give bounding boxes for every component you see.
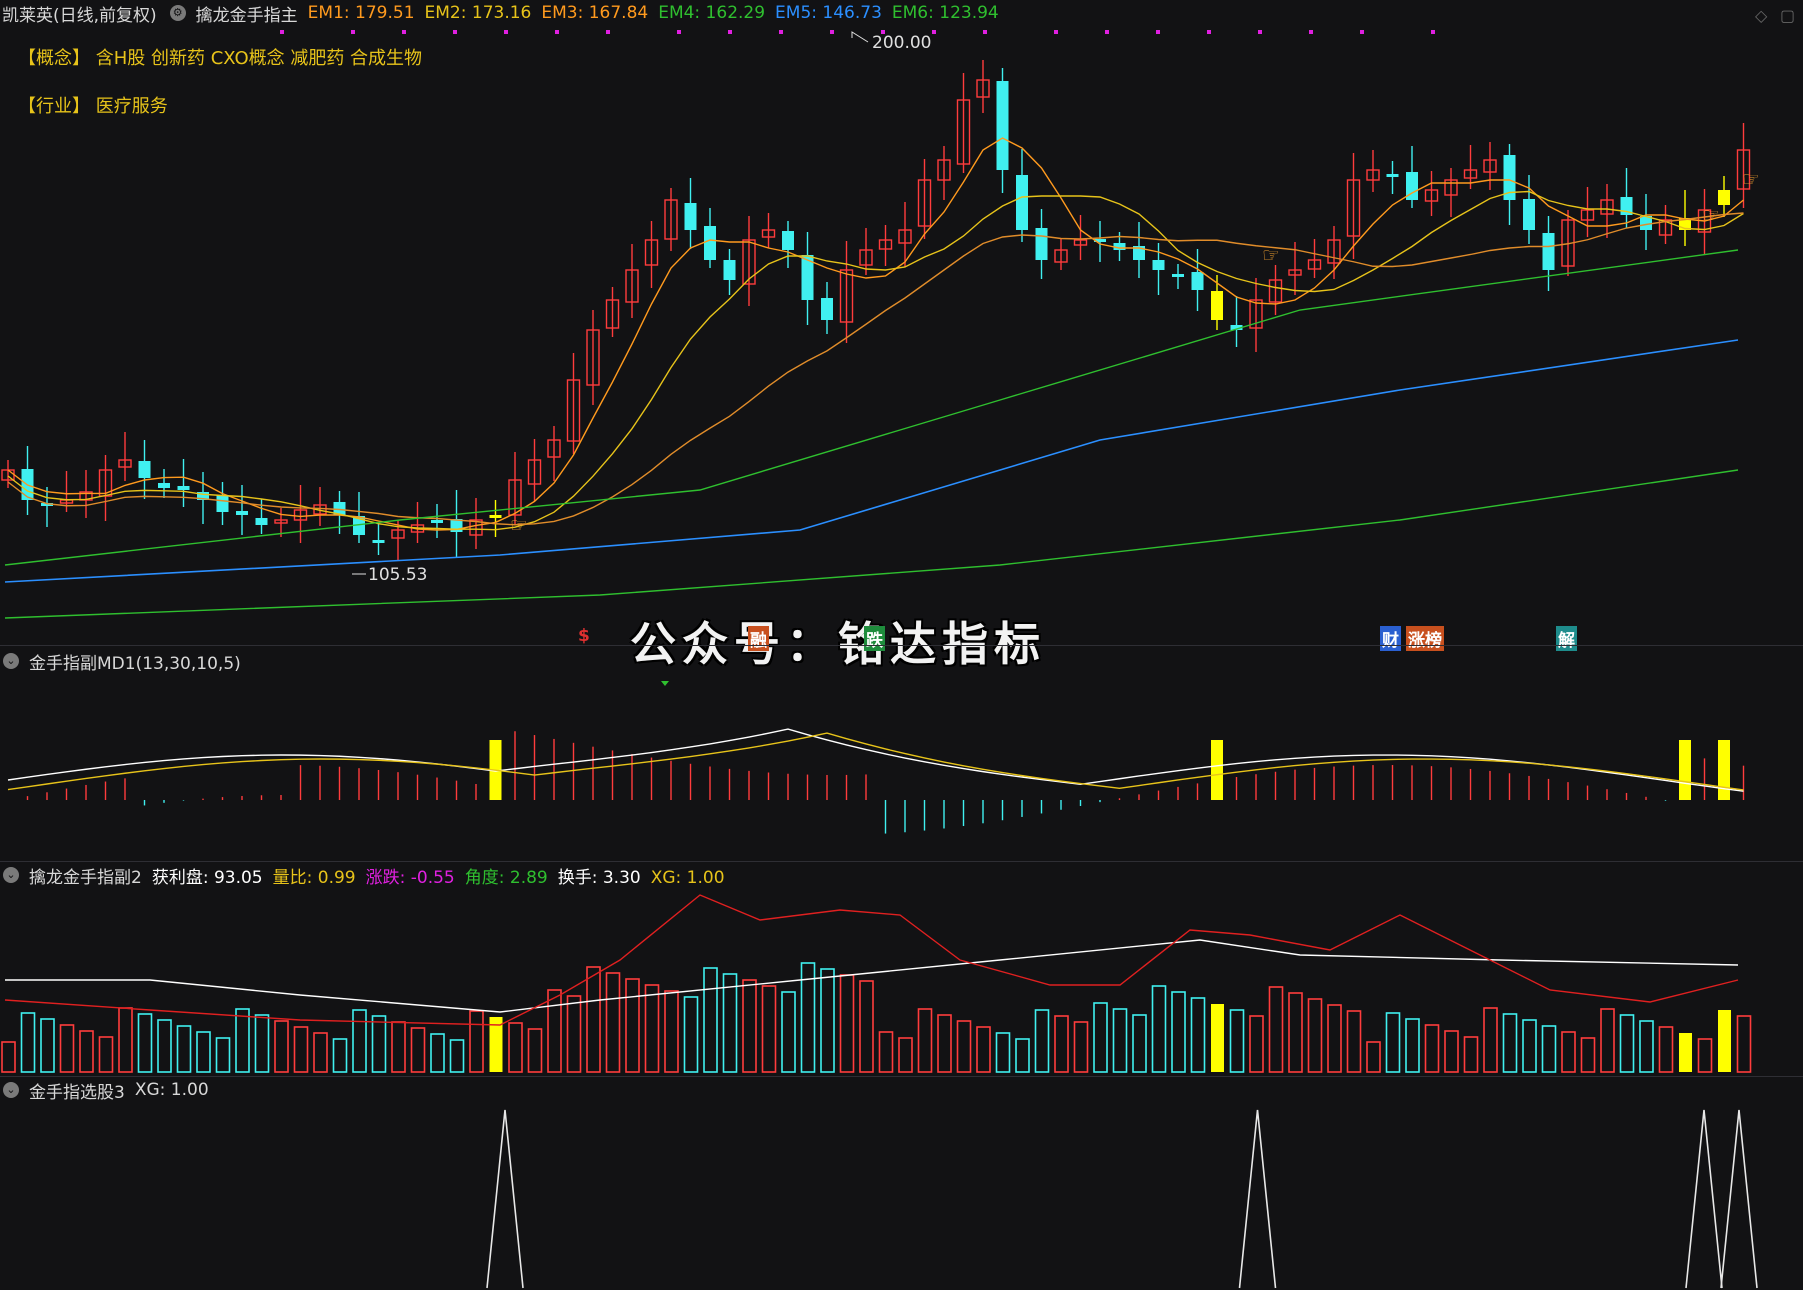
candle-body	[1172, 274, 1184, 277]
signal-dot	[881, 30, 885, 34]
candle-body	[216, 495, 229, 512]
candle-body	[704, 226, 716, 260]
signal-dot	[1431, 30, 1435, 34]
candle-body	[1211, 291, 1223, 320]
signal-dot	[1105, 30, 1109, 34]
signal-dot	[453, 30, 457, 34]
collapse-icon[interactable]: ⌄	[3, 653, 19, 669]
signal-dot	[1054, 30, 1058, 34]
candle-body	[1191, 272, 1204, 290]
candle-body	[177, 486, 190, 490]
candle-body	[1035, 228, 1048, 260]
ma-line	[7, 212, 1744, 526]
candle-body	[684, 203, 697, 230]
sub-panel-md1[interactable]: ⌄ 金手指副MD1(13,30,10,5)	[0, 648, 1803, 858]
candle-body	[138, 461, 151, 478]
hand-icon: ☞	[1702, 203, 1720, 227]
candle-body	[236, 511, 248, 515]
ma-line	[7, 137, 1744, 531]
candle-body	[158, 483, 170, 488]
sub1-header: ⌄ 金手指副MD1(13,30,10,5)	[0, 648, 251, 674]
candle-body	[372, 540, 385, 543]
low-price-label: 105.53	[368, 565, 427, 585]
sub2-title: 擒龙金手指副2	[29, 867, 142, 888]
candle-body	[1152, 260, 1165, 270]
signal-dot	[728, 30, 732, 34]
high-pointer	[851, 31, 869, 43]
sub-panel-3[interactable]: ⌄ 金手指选股3 XG: 1.00	[0, 1077, 1803, 1287]
candle-body	[1016, 175, 1028, 230]
signal-dot	[932, 30, 936, 34]
sub3-title: 金手指选股3	[29, 1082, 125, 1103]
signal-dot	[983, 30, 987, 34]
sub2-field: 角度: 2.89	[464, 867, 548, 888]
candle-body	[1386, 174, 1399, 177]
hand-icon: ☞	[1742, 167, 1760, 191]
candle-body	[1523, 199, 1535, 230]
candle-body	[782, 231, 794, 250]
ma-line	[4, 249, 1739, 566]
candle-body	[723, 260, 736, 280]
signal-dot	[1258, 30, 1262, 34]
sub2-fields: 获利盘: 93.05 量比: 0.99 涨跌: -0.55 角度: 2.89 换手: 3…	[152, 863, 735, 888]
divider	[0, 645, 1803, 646]
ma-line	[4, 339, 1739, 583]
candle-body	[489, 515, 502, 518]
signal-dot	[402, 30, 406, 34]
hand-icon: ☞	[1262, 243, 1280, 267]
signal-dot	[1156, 30, 1160, 34]
ma-line	[4, 469, 1739, 619]
sub3-header: ⌄ 金手指选股3 XG: 1.00	[0, 1077, 219, 1103]
signal-dot	[280, 30, 284, 34]
sub3-field: XG: 1.00	[134, 1080, 209, 1100]
sub-panel-2[interactable]: ⌄ 擒龙金手指副2 获利盘: 93.05 量比: 0.99 涨跌: -0.55 角度:…	[0, 862, 1803, 1072]
candle-body	[255, 518, 268, 525]
candle-body	[821, 298, 833, 320]
signal-dot	[779, 30, 783, 34]
signal-dot	[1360, 30, 1364, 34]
sub2-field: 涨跌: -0.55	[365, 867, 455, 888]
candle-body	[996, 81, 1009, 170]
event-marker[interactable]: $	[576, 626, 592, 646]
collapse-icon[interactable]: ⌄	[3, 1082, 19, 1098]
sub2-field: 量比: 0.99	[272, 867, 356, 888]
candle-body	[1542, 233, 1555, 270]
ma-line	[7, 190, 1744, 531]
signal-dot	[606, 30, 610, 34]
signal-dot	[351, 30, 355, 34]
signal-dot	[504, 30, 508, 34]
signal-dot	[830, 30, 834, 34]
sub2-field: XG: 1.00	[650, 867, 725, 888]
signal-dot	[677, 30, 681, 34]
signal-dot	[555, 30, 559, 34]
candle-body	[431, 520, 443, 523]
signal-dot	[1309, 30, 1313, 34]
sub2-header: ⌄ 擒龙金手指副2 获利盘: 93.05 量比: 0.99 涨跌: -0.55 角度:…	[0, 862, 745, 888]
sub1-title: 金手指副MD1(13,30,10,5)	[29, 653, 241, 674]
collapse-icon[interactable]: ⌄	[3, 867, 19, 883]
signal-dot	[1207, 30, 1211, 34]
high-price-label: 200.00	[872, 33, 931, 53]
sub2-field: 换手: 3.30	[557, 867, 641, 888]
sub2-field: 获利盘: 93.05	[151, 867, 263, 888]
hand-icon: ☞	[510, 513, 528, 537]
